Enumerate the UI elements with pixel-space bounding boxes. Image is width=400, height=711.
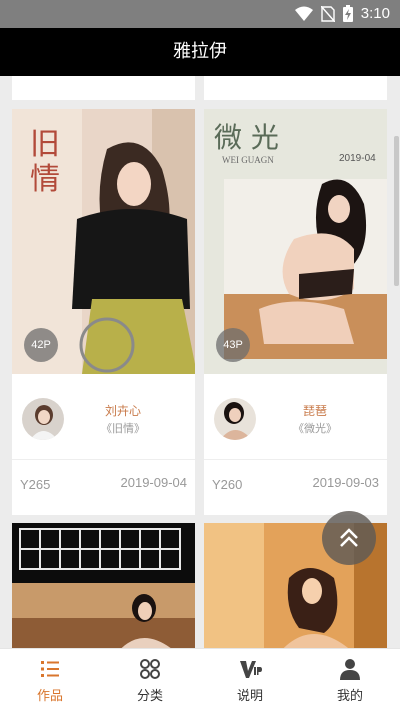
work-card-partial[interactable] — [204, 76, 387, 100]
nav-label: 作品 — [36, 689, 63, 704]
work-card[interactable] — [12, 523, 195, 648]
page-title: 雅拉伊 — [173, 41, 227, 62]
work-card-partial[interactable] — [12, 76, 195, 100]
wifi-icon — [294, 6, 313, 21]
status-bar: 3:10 — [0, 0, 400, 28]
scrollbar[interactable] — [394, 136, 399, 286]
scroll-to-top-button[interactable] — [322, 511, 376, 565]
work-title: 《旧情》 — [101, 422, 145, 435]
list-icon — [41, 661, 59, 677]
vip-icon — [240, 661, 262, 678]
bottom-nav: 作品 分类 说明 我的 — [0, 648, 400, 711]
work-title: 《微光》 — [293, 422, 337, 435]
divider — [12, 459, 195, 460]
nav-categories[interactable]: 分类 — [100, 649, 200, 711]
cover-subtitle: WEI GUAGN — [222, 155, 274, 165]
battery-charging-icon — [342, 5, 353, 22]
work-date: 2019-09-03 — [312, 475, 380, 490]
author-row[interactable]: 琵琶 《微光》 — [204, 396, 387, 446]
nav-label: 分类 — [136, 689, 163, 704]
nav-about[interactable]: 说明 — [200, 649, 300, 711]
work-card[interactable]: 旧 情 42P 刘卉心 《旧情》 Y265 2019-09-04 — [12, 109, 195, 515]
author-row[interactable]: 刘卉心 《旧情》 — [12, 396, 195, 446]
svg-text:旧: 旧 — [30, 127, 60, 162]
grid-icon — [140, 659, 160, 679]
app-bar: 雅拉伊 — [0, 28, 400, 76]
avatar[interactable] — [214, 398, 256, 440]
work-card[interactable]: 微 光 WEI GUAGN 2019-04 43P 琵琶 《微光》 Y260 2… — [204, 109, 387, 515]
nav-works[interactable]: 作品 — [0, 649, 100, 711]
svg-text:情: 情 — [30, 162, 60, 197]
author-name[interactable]: 刘卉心 — [68, 402, 178, 419]
no-sim-icon — [320, 5, 335, 22]
work-code: Y265 — [20, 477, 51, 492]
svg-text:微 光: 微 光 — [214, 121, 279, 154]
nav-label: 我的 — [336, 689, 363, 704]
nav-label: 说明 — [236, 689, 263, 704]
cover-photo[interactable]: 微 光 WEI GUAGN 2019-04 43P — [204, 109, 387, 374]
divider — [204, 459, 387, 460]
author-name[interactable]: 琵琶 — [260, 402, 370, 419]
photo-count-badge: 43P — [216, 328, 250, 362]
work-date: 2019-09-04 — [120, 475, 188, 490]
double-chevron-up-icon — [340, 528, 358, 547]
photo-count-badge: 42P — [24, 328, 58, 362]
user-icon — [340, 659, 360, 680]
avatar[interactable] — [22, 398, 64, 440]
cover-photo[interactable]: 旧 情 42P — [12, 109, 195, 374]
nav-profile[interactable]: 我的 — [300, 649, 400, 711]
status-time: 3:10 — [360, 5, 390, 22]
work-code: Y260 — [212, 477, 243, 492]
cover-date: 2019-04 — [339, 153, 376, 164]
